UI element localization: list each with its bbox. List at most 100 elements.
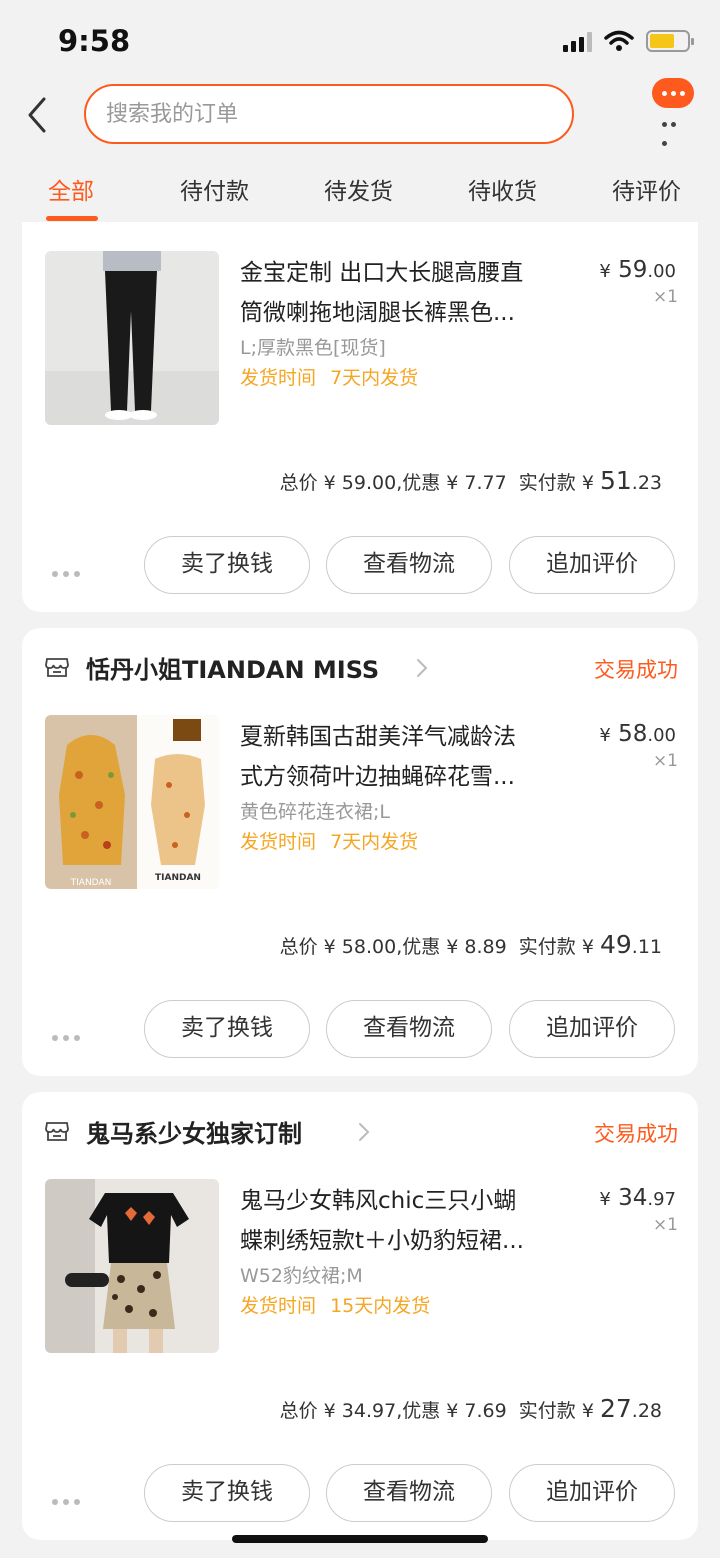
message-bubble-icon: [652, 78, 694, 108]
tab-all[interactable]: 全部: [48, 172, 94, 206]
item-price: ¥ 34.97: [599, 1185, 676, 1211]
order-status: 交易成功: [594, 658, 678, 682]
summary-paid-decimal: .11: [631, 936, 662, 958]
item-title-line2: 蝶刺绣短款t＋小奶豹短裙...: [240, 1228, 524, 1254]
product-thumbnail[interactable]: [45, 1179, 219, 1353]
order-card[interactable]: 金宝定制 出口大长腿高腰直 筒微喇拖地阔腿长裤黑色... L;厚款黑色[现货] …: [22, 222, 698, 612]
ship-time-value: 15天内发货: [330, 1295, 431, 1317]
summary-paid-decimal: .23: [631, 472, 662, 494]
more-actions-icon[interactable]: [52, 1026, 85, 1045]
more-menu-button[interactable]: [652, 78, 708, 146]
order-list-page: 9:58 全部: [0, 0, 720, 1558]
item-price: ¥ 59.00: [599, 257, 676, 283]
view-logistics-button[interactable]: 查看物流: [326, 1464, 492, 1522]
thumb-brand-text-2: TIANDAN: [155, 873, 201, 883]
shop-row[interactable]: 鬼马系少女独家订制 交易成功: [22, 1092, 698, 1170]
sell-for-cash-button[interactable]: 卖了换钱: [144, 536, 310, 594]
tab-pending-review[interactable]: 待评价: [612, 172, 681, 206]
item-quantity: ×1: [652, 287, 678, 307]
item-title-line1: 金宝定制 出口大长腿高腰直: [240, 260, 524, 286]
summary-total-discount: 总价 ¥ 59.00,优惠 ¥ 7.77: [279, 472, 507, 494]
item-title[interactable]: 金宝定制 出口大长腿高腰直 筒微喇拖地阔腿长裤黑色...: [240, 253, 586, 333]
order-summary: 总价 ¥ 59.00,优惠 ¥ 7.77 实付款 ¥ 51.23: [280, 466, 662, 495]
item-title[interactable]: 鬼马少女韩风chic三只小蝴 蝶刺绣短款t＋小奶豹短裙...: [240, 1181, 586, 1261]
summary-paid-label: 实付款: [518, 936, 576, 958]
product-image-trousers: [45, 251, 219, 425]
sell-for-cash-button[interactable]: 卖了换钱: [144, 1464, 310, 1522]
price-integer: 58: [618, 721, 648, 747]
view-logistics-button[interactable]: 查看物流: [326, 536, 492, 594]
price-integer: 59: [618, 257, 648, 283]
search-input[interactable]: [106, 98, 546, 130]
store-icon: [45, 658, 69, 677]
status-icons: [563, 30, 694, 52]
item-sku: L;厚款黑色[现货]: [240, 337, 386, 359]
add-review-button[interactable]: 追加评价: [509, 1000, 675, 1058]
order-summary: 总价 ¥ 34.97,优惠 ¥ 7.69 实付款 ¥ 27.28: [280, 1394, 662, 1423]
status-bar: 9:58: [0, 0, 720, 78]
shop-name[interactable]: 恬丹小姐TIANDAN MISS: [86, 650, 379, 685]
ship-time-value: 7天内发货: [330, 367, 419, 389]
item-sku: 黄色碎花连衣裙;L: [240, 801, 390, 823]
order-item[interactable]: 金宝定制 出口大长腿高腰直 筒微喇拖地阔腿长裤黑色... L;厚款黑色[现货] …: [22, 251, 698, 427]
price-currency: ¥: [599, 725, 611, 746]
ship-time: 发货时间 7天内发货: [240, 363, 418, 390]
order-item[interactable]: TIANDAN TIANDAN 夏新韩国古甜美洋气减龄法 式方领荷叶边抽蝇碎花雪…: [22, 715, 698, 891]
summary-paid-integer: 27: [599, 1394, 632, 1423]
add-review-button[interactable]: 追加评价: [509, 536, 675, 594]
header: 全部 待付款 待发货 待收货 待评价: [0, 78, 720, 226]
more-actions-icon[interactable]: [52, 1490, 85, 1509]
order-card[interactable]: 恬丹小姐TIANDAN MISS 交易成功 TIANDAN TIANDAN 夏新…: [22, 628, 698, 1076]
order-actions: 卖了换钱 查看物流 追加评价: [22, 1464, 698, 1524]
summary-paid-currency: ¥: [581, 472, 594, 494]
tab-pending-receipt[interactable]: 待收货: [468, 172, 537, 206]
chevron-right-icon[interactable]: [416, 658, 428, 678]
tab-pending-payment[interactable]: 待付款: [180, 172, 249, 206]
summary-total-discount: 总价 ¥ 34.97,优惠 ¥ 7.69: [279, 1400, 507, 1422]
active-tab-indicator: [46, 216, 98, 221]
home-indicator[interactable]: [232, 1535, 488, 1543]
search-box[interactable]: [84, 84, 574, 144]
back-arrow-icon[interactable]: [20, 93, 56, 137]
summary-paid-currency: ¥: [581, 1400, 594, 1422]
product-image-tee-leopard-skirt: [45, 1179, 219, 1353]
product-thumbnail[interactable]: [45, 251, 219, 425]
product-thumbnail[interactable]: TIANDAN TIANDAN: [45, 715, 219, 889]
add-review-button[interactable]: 追加评价: [509, 1464, 675, 1522]
summary-paid-currency: ¥: [581, 936, 594, 958]
more-actions-icon[interactable]: [52, 562, 85, 581]
shop-name[interactable]: 鬼马系少女独家订制: [86, 1114, 302, 1149]
battery-charging-icon: [646, 30, 694, 52]
ship-time-label: 发货时间: [240, 831, 317, 853]
more-dots-icon: [662, 112, 686, 150]
summary-paid-label: 实付款: [518, 472, 576, 494]
price-currency: ¥: [599, 261, 611, 282]
item-sku: W52豹纹裙;M: [240, 1265, 363, 1287]
order-card[interactable]: 鬼马系少女独家订制 交易成功 鬼马少女韩风chic三只小蝴 蝶刺绣短款t＋小奶豹…: [22, 1092, 698, 1540]
price-currency: ¥: [599, 1189, 611, 1210]
ship-time: 发货时间 7天内发货: [240, 827, 418, 854]
order-status: 交易成功: [594, 1122, 678, 1146]
order-item[interactable]: 鬼马少女韩风chic三只小蝴 蝶刺绣短款t＋小奶豹短裙... W52豹纹裙;M …: [22, 1179, 698, 1355]
chevron-right-icon[interactable]: [358, 1122, 370, 1142]
item-title[interactable]: 夏新韩国古甜美洋气减龄法 式方领荷叶边抽蝇碎花雪...: [240, 717, 586, 797]
summary-total-discount: 总价 ¥ 58.00,优惠 ¥ 8.89: [279, 936, 507, 958]
price-decimal: .97: [647, 1189, 676, 1210]
item-quantity: ×1: [652, 1215, 678, 1235]
summary-paid-label: 实付款: [518, 1400, 576, 1422]
sell-for-cash-button[interactable]: 卖了换钱: [144, 1000, 310, 1058]
store-icon: [45, 1122, 69, 1141]
tab-pending-shipment[interactable]: 待发货: [324, 172, 393, 206]
view-logistics-button[interactable]: 查看物流: [326, 1000, 492, 1058]
wifi-icon: [604, 30, 634, 51]
summary-paid-integer: 49: [599, 930, 632, 959]
item-price: ¥ 58.00: [599, 721, 676, 747]
order-summary: 总价 ¥ 58.00,优惠 ¥ 8.89 实付款 ¥ 49.11: [280, 930, 662, 959]
cellular-signal-icon: [563, 30, 592, 52]
item-title-line1: 夏新韩国古甜美洋气减龄法: [240, 724, 516, 750]
shop-row[interactable]: 恬丹小姐TIANDAN MISS 交易成功: [22, 628, 698, 706]
order-actions: 卖了换钱 查看物流 追加评价: [22, 1000, 698, 1060]
item-quantity: ×1: [652, 751, 678, 771]
summary-paid-integer: 51: [599, 466, 632, 495]
price-integer: 34: [618, 1185, 648, 1211]
